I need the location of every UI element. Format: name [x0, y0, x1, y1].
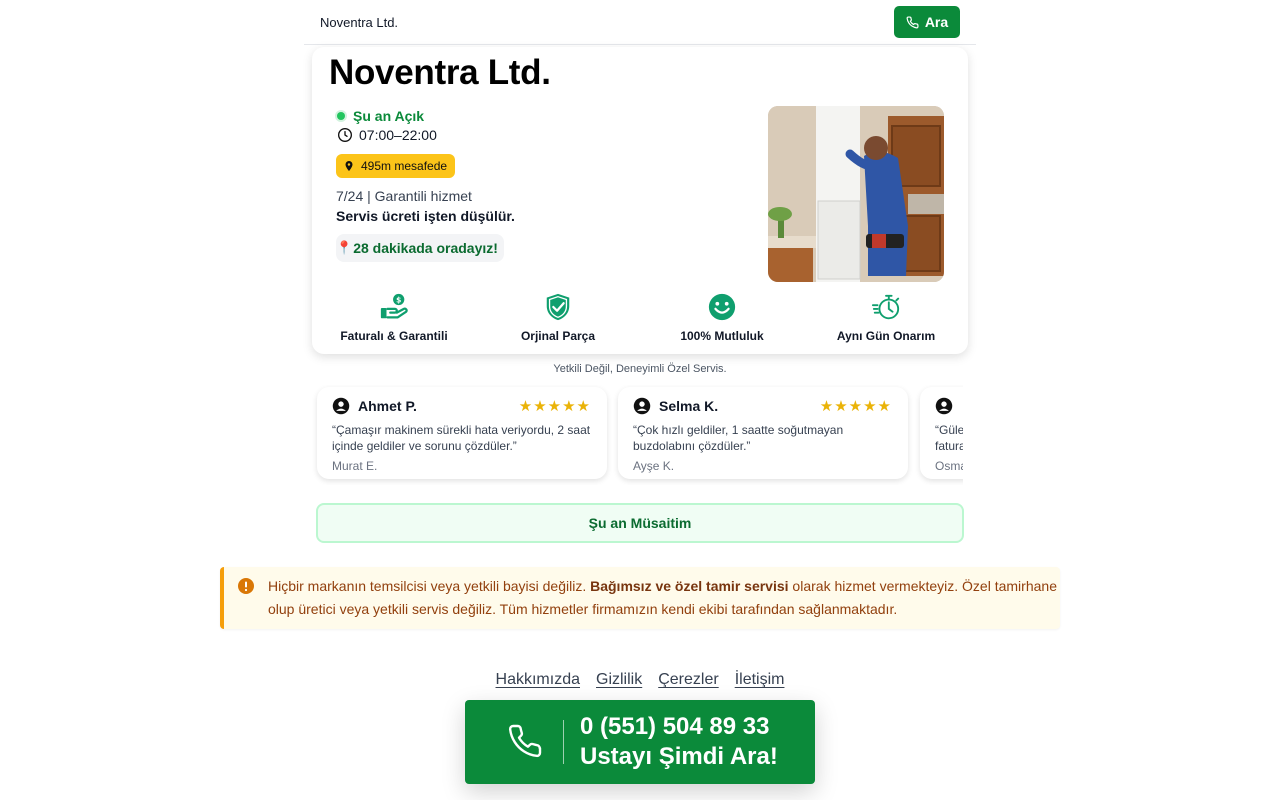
call-now-button[interactable]: 0 (551) 504 89 33 Ustayı Şimdi Ara!	[465, 700, 815, 784]
link-privacy[interactable]: Gizlilik	[596, 671, 642, 689]
notice-text-part: Hiçbir markanın temsilcisi veya yetkili …	[268, 578, 591, 594]
feature-invoiced: $ Faturalı & Garantili	[312, 292, 476, 343]
review-author: Murat E.	[332, 459, 378, 473]
review-header: Ahmet P.	[332, 397, 417, 415]
call-cta-label: Ustayı Şimdi Ara!	[580, 743, 778, 770]
star-rating: ★★★★★	[518, 398, 591, 415]
svg-text:$: $	[396, 295, 401, 304]
open-status: Şu an Açık	[337, 108, 424, 124]
phone-icon	[906, 15, 919, 28]
feature-label: Orjinal Parça	[520, 329, 596, 343]
star-rating: ★★★★★	[819, 398, 892, 415]
review-text: “Çok hızlı geldiler, 1 saatte soğutmayan…	[633, 423, 844, 453]
feature-same-day: Aynı Gün Onarım	[804, 292, 968, 343]
feature-label: 100% Mutluluk	[680, 329, 764, 343]
page: Noventra Ltd. Ara Noventra Ltd. Şu an Aç…	[0, 0, 1280, 800]
service-fee-note: Servis ücreti işten düşülür.	[336, 208, 515, 224]
notice-bold: Bağımsız ve özel tamir servisi	[590, 578, 789, 594]
reviewer-name: Ahmet P.	[358, 398, 417, 414]
user-avatar-icon	[633, 397, 651, 415]
call-button[interactable]: Ara	[894, 6, 960, 38]
reviews-carousel[interactable]: Ahmet P. ★★★★★ “Çamaşır makinem sürekli …	[312, 385, 963, 485]
footer-links: Hakkımızda Gizlilik Çerezler İletişim	[0, 671, 1280, 689]
technician-photo	[768, 106, 944, 282]
exclamation-icon	[238, 578, 254, 594]
hours-label: 07:00–22:00	[359, 127, 437, 143]
features-row: $ Faturalı & Garantili Orjinal Parça 100…	[312, 292, 968, 343]
hand-money-icon: $	[380, 293, 408, 319]
divider	[563, 720, 564, 764]
review-card: “Güle fatura Osma	[920, 387, 963, 479]
feature-original-parts: Orjinal Parça	[476, 292, 640, 343]
availability-button[interactable]: Şu an Müsaitim	[316, 503, 964, 543]
open-status-label: Şu an Açık	[353, 108, 425, 124]
location-pin-icon	[345, 161, 353, 171]
review-header: Selma K.	[633, 397, 718, 415]
brand-name: Noventra Ltd.	[320, 15, 399, 30]
review-text: “Çamaşır makinem sürekli hata veriyordu,…	[332, 423, 591, 453]
notice-text: Hiçbir markanın temsilcisi veya yetkili …	[268, 575, 1058, 621]
user-avatar-icon	[935, 397, 953, 415]
feature-satisfaction: 100% Mutluluk	[640, 292, 804, 343]
opening-hours: 07:00–22:00	[337, 127, 437, 143]
user-avatar-icon	[332, 397, 350, 415]
pushpin-icon: 📍	[336, 240, 353, 255]
review-header	[935, 397, 961, 415]
eta-badge: 📍 28 dakikada oradayız!	[336, 234, 504, 262]
link-cookies[interactable]: Çerezler	[658, 671, 718, 689]
review-author: Osma	[935, 459, 963, 473]
status-dot-icon	[337, 112, 345, 120]
link-about[interactable]: Hakkımızda	[496, 671, 580, 689]
review-author: Ayşe K.	[633, 459, 675, 473]
phone-number: 0 (551) 504 89 33	[580, 713, 770, 740]
business-title: Noventra Ltd.	[329, 53, 551, 92]
review-card: Selma K. ★★★★★ “Çok hızlı geldiler, 1 sa…	[618, 387, 908, 479]
distance-label: 495m mesafede	[361, 159, 448, 173]
reviewer-name: Selma K.	[659, 398, 719, 414]
top-bar: Noventra Ltd. Ara	[304, 0, 976, 45]
review-text: “Güle fatura	[935, 423, 963, 453]
tagline: Yetkili Değil, Deneyimli Özel Servis.	[553, 363, 727, 375]
feature-label: Faturalı & Garantili	[340, 329, 448, 343]
stopwatch-icon	[871, 294, 900, 320]
independent-service-notice: Hiçbir markanın temsilcisi veya yetkili …	[220, 567, 1060, 629]
shield-check-icon	[546, 293, 570, 321]
call-button-label: Ara	[924, 14, 949, 30]
clock-icon	[338, 128, 352, 142]
feature-label: Aynı Gün Onarım	[836, 329, 936, 343]
distance-badge: 495m mesafede	[336, 154, 456, 178]
phone-icon	[508, 724, 542, 758]
review-card: Ahmet P. ★★★★★ “Çamaşır makinem sürekli …	[317, 387, 607, 479]
eta-label: 28 dakikada oradayız!	[353, 240, 498, 256]
service-line: 7/24 | Garantili hizmet	[336, 188, 472, 204]
link-contact[interactable]: İletişim	[735, 671, 785, 689]
business-card: Noventra Ltd. Şu an Açık 07:00–22:00 495…	[312, 47, 968, 354]
smile-icon	[708, 293, 736, 321]
